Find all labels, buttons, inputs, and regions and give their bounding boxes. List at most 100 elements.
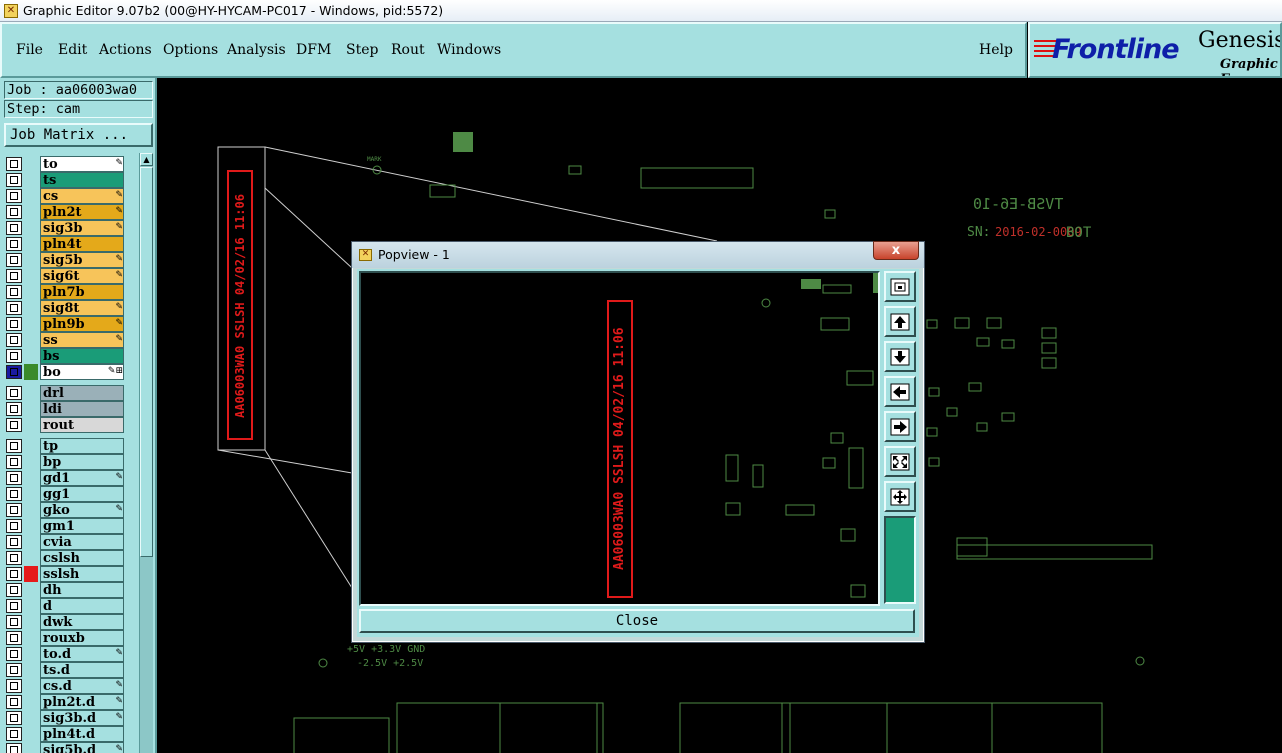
layer-checkbox[interactable] xyxy=(6,418,22,432)
layer-checkbox[interactable] xyxy=(6,253,22,267)
layer-row-gko[interactable]: gko ✎ xyxy=(4,502,126,518)
layer-checkbox[interactable] xyxy=(6,631,22,645)
layer-name[interactable]: ldi xyxy=(40,401,124,417)
layer-checkbox[interactable] xyxy=(6,599,22,613)
layer-row-ts-d[interactable]: ts.d xyxy=(4,662,126,678)
layer-row-cs-d[interactable]: cs.d ✎ xyxy=(4,678,126,694)
scroll-thumb[interactable] xyxy=(140,167,153,557)
layer-color-swatch[interactable] xyxy=(24,364,38,380)
layer-color-swatch[interactable] xyxy=(24,417,38,433)
layer-checkbox[interactable] xyxy=(6,333,22,347)
layer-row-gg1[interactable]: gg1 xyxy=(4,486,126,502)
layer-list-scrollbar[interactable]: ▲ xyxy=(139,153,153,753)
popview-window[interactable]: ✕ Popview - 1 x AA06003WA0 SSLSH 04/02/1… xyxy=(351,241,925,643)
layer-checkbox[interactable] xyxy=(6,157,22,171)
layer-checkbox[interactable] xyxy=(6,711,22,725)
menu-file[interactable]: File xyxy=(16,42,43,58)
menu-analysis[interactable]: Analysis xyxy=(227,42,286,58)
job-matrix-button[interactable]: Job Matrix ... xyxy=(4,123,153,147)
layer-checkbox[interactable] xyxy=(6,402,22,416)
pan-left-button[interactable] xyxy=(884,376,916,407)
layer-row-ldi[interactable]: ldi xyxy=(4,401,126,417)
layer-checkbox[interactable] xyxy=(6,301,22,315)
layer-checkbox[interactable] xyxy=(6,365,22,379)
layer-row-pln7b[interactable]: pln7b xyxy=(4,284,126,300)
layer-checkbox[interactable] xyxy=(6,285,22,299)
layer-name[interactable]: pln2t xyxy=(40,204,124,220)
layer-checkbox[interactable] xyxy=(6,455,22,469)
layer-name[interactable]: dwk xyxy=(40,614,124,630)
layer-name[interactable]: dh xyxy=(40,582,124,598)
layer-name[interactable]: pln7b xyxy=(40,284,124,300)
zoom-fit-button[interactable] xyxy=(884,271,916,302)
layer-name[interactable]: to.d xyxy=(40,646,124,662)
layer-color-swatch[interactable] xyxy=(24,438,38,454)
layer-name[interactable]: sig8t xyxy=(40,300,124,316)
layer-checkbox[interactable] xyxy=(6,663,22,677)
layer-checkbox[interactable] xyxy=(6,221,22,235)
layer-row-sig5b-d[interactable]: sig5b.d ✎ xyxy=(4,742,126,753)
layer-row-gd1[interactable]: gd1 ✎ xyxy=(4,470,126,486)
layer-color-swatch[interactable] xyxy=(24,268,38,284)
layer-checkbox[interactable] xyxy=(6,519,22,533)
layer-name[interactable]: bs xyxy=(40,348,124,364)
layer-color-swatch[interactable] xyxy=(24,348,38,364)
layer-name[interactable]: rouxb xyxy=(40,630,124,646)
layer-color-swatch[interactable] xyxy=(24,582,38,598)
layer-color-swatch[interactable] xyxy=(24,332,38,348)
layer-name[interactable]: cvia xyxy=(40,534,124,550)
layer-name[interactable]: bp xyxy=(40,454,124,470)
layer-color-swatch[interactable] xyxy=(24,550,38,566)
layer-color-swatch[interactable] xyxy=(24,630,38,646)
layer-row-bp[interactable]: bp xyxy=(4,454,126,470)
layer-color-swatch[interactable] xyxy=(24,742,38,753)
layer-row-cs[interactable]: cs ✎ xyxy=(4,188,126,204)
layer-row-sig8t[interactable]: sig8t ✎ xyxy=(4,300,126,316)
layer-color-swatch[interactable] xyxy=(24,156,38,172)
layer-color-swatch[interactable] xyxy=(24,454,38,470)
layer-name[interactable]: sig3b xyxy=(40,220,124,236)
layer-name[interactable]: pln4t xyxy=(40,236,124,252)
layer-color-swatch[interactable] xyxy=(24,646,38,662)
layer-checkbox[interactable] xyxy=(6,615,22,629)
layer-color-swatch[interactable] xyxy=(24,726,38,742)
layer-checkbox[interactable] xyxy=(6,237,22,251)
layer-checkbox[interactable] xyxy=(6,695,22,709)
layer-color-swatch[interactable] xyxy=(24,486,38,502)
menu-options[interactable]: Options xyxy=(163,42,218,58)
layer-name[interactable]: sig5b.d xyxy=(40,742,124,753)
layer-row-d[interactable]: d xyxy=(4,598,126,614)
layer-checkbox[interactable] xyxy=(6,439,22,453)
layer-color-swatch[interactable] xyxy=(24,385,38,401)
popview-canvas[interactable]: AA06003WA0 SSLSH 04/02/16 11:06 xyxy=(359,271,880,606)
layer-checkbox[interactable] xyxy=(6,679,22,693)
layer-name[interactable]: cs xyxy=(40,188,124,204)
pan-up-button[interactable] xyxy=(884,306,916,337)
layer-color-swatch[interactable] xyxy=(24,534,38,550)
layer-row-ts[interactable]: ts xyxy=(4,172,126,188)
layer-row-pln2t[interactable]: pln2t ✎ xyxy=(4,204,126,220)
layer-checkbox[interactable] xyxy=(6,173,22,187)
layer-checkbox[interactable] xyxy=(6,471,22,485)
layer-checkbox[interactable] xyxy=(6,551,22,565)
zoom-out-button[interactable] xyxy=(884,481,916,512)
zoom-in-button[interactable] xyxy=(884,446,916,477)
menu-dfm[interactable]: DFM xyxy=(296,42,331,58)
layer-color-swatch[interactable] xyxy=(24,401,38,417)
layer-row-dh[interactable]: dh xyxy=(4,582,126,598)
layer-checkbox[interactable] xyxy=(6,743,22,753)
menu-edit[interactable]: Edit xyxy=(58,42,87,58)
popview-close-x-button[interactable]: x xyxy=(873,241,919,260)
layer-row-pln9b[interactable]: pln9b ✎ xyxy=(4,316,126,332)
layer-name[interactable]: pln4t.d xyxy=(40,726,124,742)
layer-color-swatch[interactable] xyxy=(24,470,38,486)
layer-checkbox[interactable] xyxy=(6,317,22,331)
layer-color-swatch[interactable] xyxy=(24,188,38,204)
layer-name[interactable]: to xyxy=(40,156,124,172)
menu-windows[interactable]: Windows xyxy=(437,42,501,58)
layer-color-swatch[interactable] xyxy=(24,678,38,694)
layer-color-swatch[interactable] xyxy=(24,284,38,300)
layer-color-swatch[interactable] xyxy=(24,172,38,188)
layer-name[interactable]: drl xyxy=(40,385,124,401)
layer-color-swatch[interactable] xyxy=(24,502,38,518)
